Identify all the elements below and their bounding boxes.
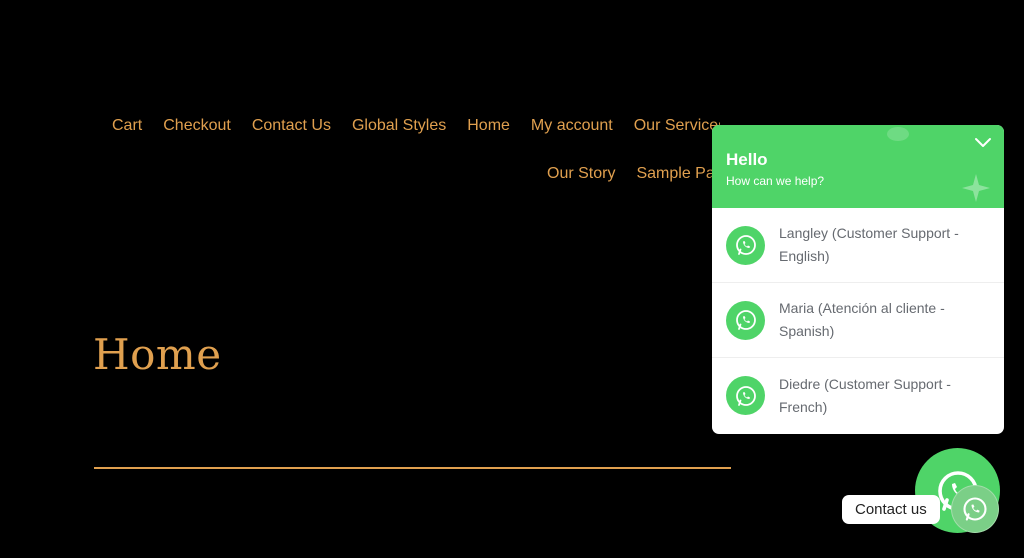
- contact-name: Langley (Customer Support - English): [779, 225, 959, 264]
- main-nav-row-1: Cart Checkout Contact Us Global Styles H…: [112, 117, 720, 135]
- header-decoration: [887, 127, 909, 141]
- chat-popup: Hello How can we help? Langley (Customer…: [712, 125, 1004, 434]
- chat-header: Hello How can we help?: [712, 125, 1004, 208]
- title-divider: [94, 467, 731, 469]
- contact-name: Maria (Atención al cliente - Spanish): [779, 300, 945, 339]
- contact-us-label[interactable]: Contact us: [842, 495, 940, 524]
- nav-link-our-story[interactable]: Our Story: [547, 165, 615, 183]
- nav-link-our-services[interactable]: Our Services: [634, 117, 720, 135]
- chat-title: Hello: [726, 150, 768, 169]
- whatsapp-icon: [726, 376, 765, 415]
- chat-subtitle: How can we help?: [726, 174, 825, 188]
- main-nav-row-2: Our Story Sample Page: [547, 165, 713, 183]
- nav-link-my-account[interactable]: My account: [531, 117, 613, 135]
- nav-link-checkout[interactable]: Checkout: [163, 117, 231, 135]
- page-title: Home: [93, 330, 222, 379]
- whatsapp-icon: [963, 497, 987, 521]
- nav-link-home[interactable]: Home: [467, 117, 510, 135]
- page: Cart Checkout Contact Us Global Styles H…: [0, 0, 1024, 558]
- whatsapp-mini-button[interactable]: [951, 485, 999, 533]
- nav-link-sample-page[interactable]: Sample Page: [636, 165, 713, 183]
- sparkle-icon: [962, 174, 990, 202]
- whatsapp-icon: [726, 225, 765, 265]
- contact-name: Diedre (Customer Support - French): [779, 375, 951, 415]
- chevron-down-icon[interactable]: [974, 136, 992, 150]
- contact-item-diedre[interactable]: Diedre (Customer Support - French): [712, 358, 1004, 433]
- contact-item-maria[interactable]: Maria (Atención al cliente - Spanish): [712, 283, 1004, 358]
- whatsapp-icon: [726, 300, 765, 340]
- nav-link-cart[interactable]: Cart: [112, 117, 142, 135]
- nav-link-contact-us[interactable]: Contact Us: [252, 117, 331, 135]
- nav-link-global-styles[interactable]: Global Styles: [352, 117, 446, 135]
- contact-item-langley[interactable]: Langley (Customer Support - English): [712, 208, 1004, 283]
